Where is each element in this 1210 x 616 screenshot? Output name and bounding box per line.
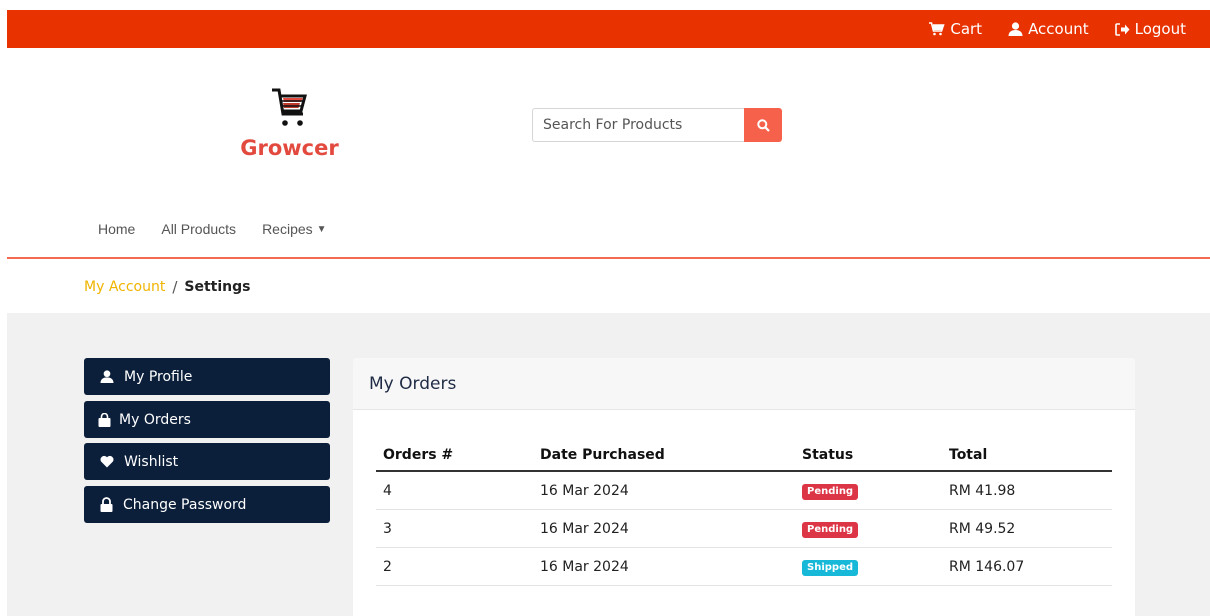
logout-link[interactable]: Logout [1114,20,1186,38]
heart-icon [100,455,114,468]
order-date: 16 Mar 2024 [533,471,795,510]
nav-divider [7,257,1210,259]
order-status-cell: Shipped [795,547,942,586]
search-button[interactable] [744,108,782,142]
order-id: 2 [376,547,533,586]
breadcrumb: My Account / Settings [84,278,251,296]
orders-title: My Orders [369,373,457,394]
logout-icon [1114,22,1130,36]
order-id: 3 [376,509,533,548]
nav-all-products[interactable]: All Products [161,221,236,237]
orders-card-header: My Orders [353,358,1135,410]
sidebar-item-my-orders[interactable]: My Orders [84,401,330,438]
order-status-cell: Pending [795,471,942,510]
cart-link[interactable]: Cart [929,20,982,38]
breadcrumb-separator: / [172,278,178,296]
column-header-date: Date Purchased [533,440,795,472]
nav-home[interactable]: Home [98,221,135,237]
sidebar-item-label: Wishlist [124,453,179,470]
main-nav: Home All Products Recipes ▼ [98,221,379,237]
status-badge: Shipped [802,559,859,576]
sidebar-item-label: Change Password [123,496,247,513]
account-label: Account [1028,20,1089,38]
search-icon [756,118,770,132]
sidebar-item-label: My Profile [124,368,193,385]
order-status-cell: Pending [795,509,942,548]
nav-recipes-label: Recipes [262,221,313,237]
logo-text: Growcer [240,136,339,160]
lock-icon [100,497,113,512]
orders-table: Orders # Date Purchased Status Total 4 1… [376,440,1112,586]
user-icon [100,370,114,383]
cart-icon [929,22,945,36]
search-input[interactable] [532,108,744,142]
column-header-order-number: Orders # [376,440,533,472]
order-total: RM 49.52 [942,509,1112,548]
orders-card: My Orders Orders # Date Purchased Status… [353,358,1135,616]
table-row[interactable]: 2 16 Mar 2024 Shipped RM 146.07 [376,547,1112,586]
order-total: RM 41.98 [942,471,1112,510]
column-header-total: Total [942,440,1112,472]
status-badge: Pending [802,521,859,538]
order-id: 4 [376,471,533,510]
shopping-cart-logo-icon [271,88,307,126]
sidebar-item-my-profile[interactable]: My Profile [84,358,330,395]
account-link[interactable]: Account [1008,20,1089,38]
order-date: 16 Mar 2024 [533,509,795,548]
sidebar-item-label: My Orders [119,411,191,428]
logo[interactable]: Growcer [232,86,347,160]
order-total: RM 146.07 [942,547,1112,586]
sidebar-item-change-password[interactable]: Change Password [84,486,330,523]
caret-down-icon: ▼ [316,223,327,235]
order-date: 16 Mar 2024 [533,547,795,586]
breadcrumb-settings: Settings [184,279,251,295]
user-icon [1008,22,1023,36]
logout-label: Logout [1134,20,1186,38]
table-row[interactable]: 4 16 Mar 2024 Pending RM 41.98 [376,471,1112,510]
column-header-status: Status [795,440,942,472]
sidebar-item-wishlist[interactable]: Wishlist [84,443,330,480]
shopping-bag-icon [98,412,111,427]
cart-label: Cart [950,20,983,38]
table-header-row: Orders # Date Purchased Status Total [376,440,1112,472]
nav-recipes[interactable]: Recipes ▼ [262,221,353,237]
search-bar [532,108,782,142]
breadcrumb-my-account[interactable]: My Account [84,279,165,295]
status-badge: Pending [802,483,859,500]
top-bar: Cart Account Logout [7,10,1210,48]
table-row[interactable]: 3 16 Mar 2024 Pending RM 49.52 [376,509,1112,548]
